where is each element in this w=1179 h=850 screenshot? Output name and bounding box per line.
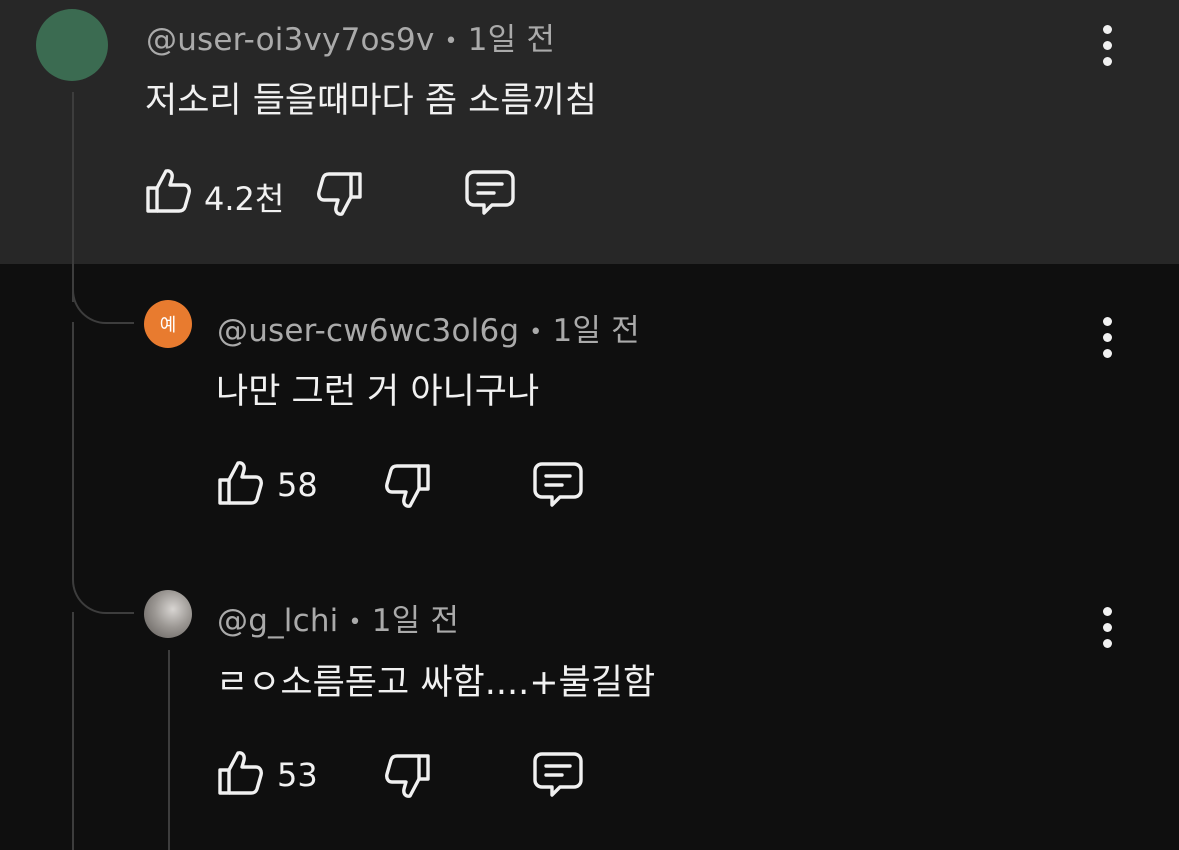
more-vertical-icon xyxy=(1102,606,1112,616)
like-count: 58 xyxy=(277,466,318,504)
comment-text: 저소리 들을때마다 좀 소름끼침 xyxy=(145,81,597,121)
avatar-initial: 예 xyxy=(159,315,177,336)
thread-connector-reply-1 xyxy=(72,280,134,324)
comment-time: 1일 전 xyxy=(552,313,640,349)
author-handle[interactable]: @user-cw6wc3ol6g xyxy=(217,313,519,349)
comment-actions: 58 xyxy=(216,454,616,514)
author-handle[interactable]: @g_lchi xyxy=(217,603,339,639)
reply-comment-icon[interactable] xyxy=(532,460,584,510)
comment-meta: @user-oi3vy7os9v • 1일 전 xyxy=(146,22,556,58)
avatar[interactable] xyxy=(144,590,192,638)
thumbs-down-icon[interactable] xyxy=(316,170,364,220)
comment-actions: 53 xyxy=(216,744,616,804)
like-count: 4.2천 xyxy=(204,180,285,218)
thumbs-up-icon[interactable] xyxy=(216,748,264,798)
thread-line-main-continued xyxy=(72,322,74,572)
reply-comment-icon[interactable] xyxy=(464,168,516,218)
comment-time: 1일 전 xyxy=(371,603,460,639)
more-options-button[interactable] xyxy=(1092,312,1122,362)
thread-line-reply-2 xyxy=(168,650,170,850)
avatar[interactable]: 예 xyxy=(144,300,192,348)
avatar[interactable] xyxy=(36,9,108,81)
thumbs-down-icon[interactable] xyxy=(384,752,432,802)
comment-time: 1일 전 xyxy=(467,22,556,58)
reply-comment-icon[interactable] xyxy=(532,750,584,800)
more-vertical-icon xyxy=(1102,24,1112,34)
author-handle[interactable]: @user-oi3vy7os9v xyxy=(146,22,435,58)
comment-meta: @g_lchi • 1일 전 xyxy=(217,603,460,639)
thread-line-main xyxy=(72,92,74,302)
more-vertical-icon xyxy=(1102,316,1112,326)
comment-actions: 4.2천 xyxy=(144,162,544,222)
like-count: 53 xyxy=(277,756,318,794)
thumbs-up-icon[interactable] xyxy=(216,458,264,508)
more-options-button[interactable] xyxy=(1092,602,1122,652)
comment-meta: @user-cw6wc3ol6g • 1일 전 xyxy=(217,313,640,349)
thread-connector-reply-2 xyxy=(72,560,134,614)
thumbs-down-icon[interactable] xyxy=(384,462,432,512)
comment-text: ㄹㅇ소름돋고 싸함....+불길함 xyxy=(216,663,656,703)
comment-text: 나만 그런 거 아니구나 xyxy=(216,372,540,412)
thumbs-up-icon[interactable] xyxy=(144,166,192,216)
more-options-button[interactable] xyxy=(1092,20,1122,70)
thread-line-main-tail xyxy=(72,612,74,850)
